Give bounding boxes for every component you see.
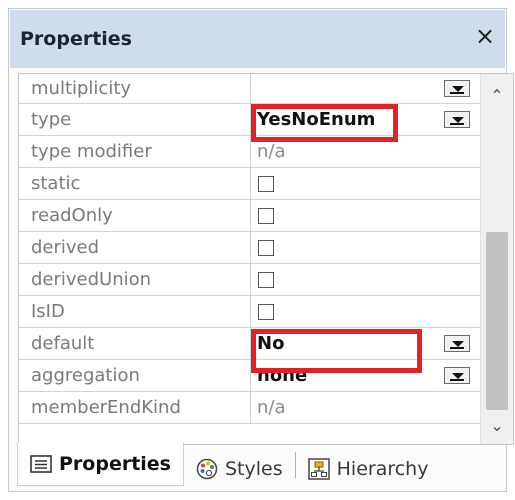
property-row: derivedUnion — [19, 264, 481, 296]
dropdown-arrow-icon[interactable] — [444, 334, 470, 352]
tab-properties[interactable]: Properties — [17, 442, 184, 486]
dropdown-arrow-icon[interactable] — [444, 110, 470, 128]
panel-title: Properties — [20, 28, 132, 50]
property-row: aggregation none — [19, 360, 481, 392]
checkbox[interactable] — [258, 207, 274, 224]
property-value-text: none — [257, 365, 308, 386]
property-name: multiplicity — [19, 74, 251, 103]
property-rows: multiplicity type YesNoEnum type modifier n/… — [19, 74, 481, 424]
checkbox[interactable] — [258, 175, 274, 192]
property-row: multiplicity — [19, 74, 481, 104]
property-name: derivedUnion — [19, 264, 251, 295]
property-grid: multiplicity type YesNoEnum type modifier n/… — [18, 73, 514, 445]
palette-icon — [196, 458, 218, 480]
property-row: type modifier n/a — [19, 136, 481, 168]
property-row: default No — [19, 328, 481, 360]
tab-hierarchy-label: Hierarchy — [336, 458, 429, 480]
property-row: type YesNoEnum — [19, 104, 481, 136]
property-value[interactable]: n/a — [251, 392, 481, 423]
properties-icon — [30, 454, 52, 473]
scroll-up-icon[interactable]: ⌃ — [481, 82, 513, 110]
property-value[interactable] — [251, 264, 481, 295]
property-value[interactable]: none — [251, 360, 481, 391]
property-row: derived — [19, 232, 481, 264]
property-name: IsID — [19, 296, 251, 327]
property-name: aggregation — [19, 360, 251, 391]
dropdown-arrow-icon[interactable] — [444, 79, 470, 97]
property-name: type modifier — [19, 136, 251, 167]
property-value-text: n/a — [257, 141, 286, 162]
checkbox[interactable] — [258, 239, 274, 256]
property-name: default — [19, 328, 251, 359]
property-value[interactable]: YesNoEnum — [251, 104, 481, 135]
scrollbar-thumb[interactable] — [486, 232, 508, 410]
scroll-down-icon[interactable]: ⌄ — [481, 412, 513, 440]
property-value-text: n/a — [257, 397, 286, 418]
property-value[interactable]: No — [251, 328, 481, 359]
property-row: memberEndKind n/a — [19, 392, 481, 424]
property-value-text: YesNoEnum — [257, 109, 376, 130]
checkbox[interactable] — [258, 303, 274, 320]
property-value[interactable] — [251, 232, 481, 263]
property-value[interactable]: n/a — [251, 136, 481, 167]
vertical-scrollbar[interactable]: ⌃ ⌄ — [480, 74, 513, 444]
tab-styles-label: Styles — [225, 458, 283, 480]
property-value-text: No — [257, 333, 285, 354]
property-value[interactable] — [251, 296, 481, 327]
hierarchy-icon — [307, 458, 330, 480]
close-icon[interactable]: × — [473, 24, 497, 48]
property-name: readOnly — [19, 200, 251, 231]
property-row: IsID — [19, 296, 481, 328]
property-name: derived — [19, 232, 251, 263]
tab-hierarchy[interactable]: Hierarchy — [296, 448, 441, 490]
dropdown-arrow-icon[interactable] — [444, 366, 470, 384]
property-row: static — [19, 168, 481, 200]
property-value[interactable] — [251, 200, 481, 231]
panel-tabs: Properties Styles Hierarchy — [10, 440, 505, 490]
panel-title-bar: Properties × — [10, 10, 505, 68]
properties-panel: Properties × multiplicity type YesNoEnum ty… — [8, 8, 514, 492]
property-name: static — [19, 168, 251, 199]
property-value[interactable] — [251, 168, 481, 199]
property-name: type — [19, 104, 251, 135]
property-name: memberEndKind — [19, 392, 251, 423]
property-value[interactable] — [251, 74, 481, 103]
checkbox[interactable] — [258, 271, 274, 288]
property-row: readOnly — [19, 200, 481, 232]
tab-properties-label: Properties — [59, 452, 171, 475]
tab-styles[interactable]: Styles — [184, 448, 295, 490]
